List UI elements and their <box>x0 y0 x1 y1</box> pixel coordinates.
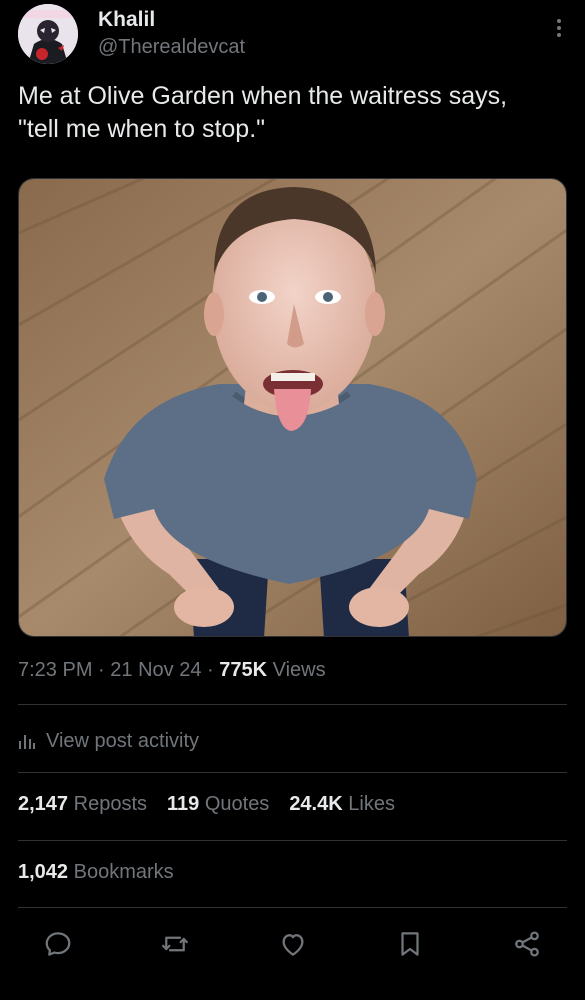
post-header: Khalil @Therealdevcat <box>18 4 567 68</box>
share-button[interactable] <box>509 926 545 962</box>
quotes-label: Quotes <box>204 793 270 815</box>
view-post-activity-link[interactable]: View post activity <box>18 726 199 756</box>
like-button[interactable] <box>275 926 311 962</box>
post-meta: 7:23 PM · 21 Nov 24 · 775K Views <box>18 659 326 682</box>
post-time[interactable]: 7:23 PM <box>18 659 92 681</box>
views-count: 775K <box>219 659 268 681</box>
heart-icon <box>282 934 303 956</box>
engagement-stats: 2,147 Reposts 119 Quotes 24.4K Likes <box>18 793 395 816</box>
quotes-stat[interactable]: 119 Quotes <box>167 793 269 816</box>
quotes-count: 119 <box>167 793 200 815</box>
views-label: Views <box>272 659 326 681</box>
meta-separator: · <box>207 659 214 681</box>
repost-button[interactable] <box>157 926 193 962</box>
reply-icon <box>45 932 71 956</box>
bookmark-icon <box>401 932 419 956</box>
likes-label: Likes <box>348 793 395 815</box>
repost-icon <box>162 936 189 952</box>
divider <box>18 840 567 841</box>
avatar[interactable] <box>18 4 78 64</box>
bookmark-button[interactable] <box>392 926 428 962</box>
analytics-icon <box>18 732 36 750</box>
post-image[interactable] <box>18 178 567 637</box>
more-vertical-icon <box>557 19 561 37</box>
share-icon <box>515 931 539 957</box>
post-date[interactable]: 21 Nov 24 <box>110 659 201 681</box>
post-text: Me at Olive Garden when the waitress say… <box>18 82 508 143</box>
more-options-button[interactable] <box>545 10 573 46</box>
divider <box>18 704 567 705</box>
reposts-stat[interactable]: 2,147 Reposts <box>18 793 147 816</box>
reply-button[interactable] <box>40 926 76 962</box>
reposts-label: Reposts <box>73 793 147 815</box>
divider <box>18 907 567 908</box>
display-name[interactable]: Khalil <box>98 8 155 32</box>
user-handle[interactable]: @Therealdevcat <box>98 36 245 59</box>
bookmarks-stat[interactable]: 1,042 Bookmarks <box>18 861 174 884</box>
likes-stat[interactable]: 24.4K Likes <box>289 793 395 816</box>
action-bar <box>40 926 545 962</box>
bookmarks-label: Bookmarks <box>73 861 174 883</box>
reposts-count: 2,147 <box>18 793 69 815</box>
meta-separator: · <box>98 659 105 681</box>
likes-count: 24.4K <box>289 793 343 815</box>
divider <box>18 772 567 773</box>
view-post-activity-label: View post activity <box>46 729 200 752</box>
bookmarks-count: 1,042 <box>18 861 69 883</box>
